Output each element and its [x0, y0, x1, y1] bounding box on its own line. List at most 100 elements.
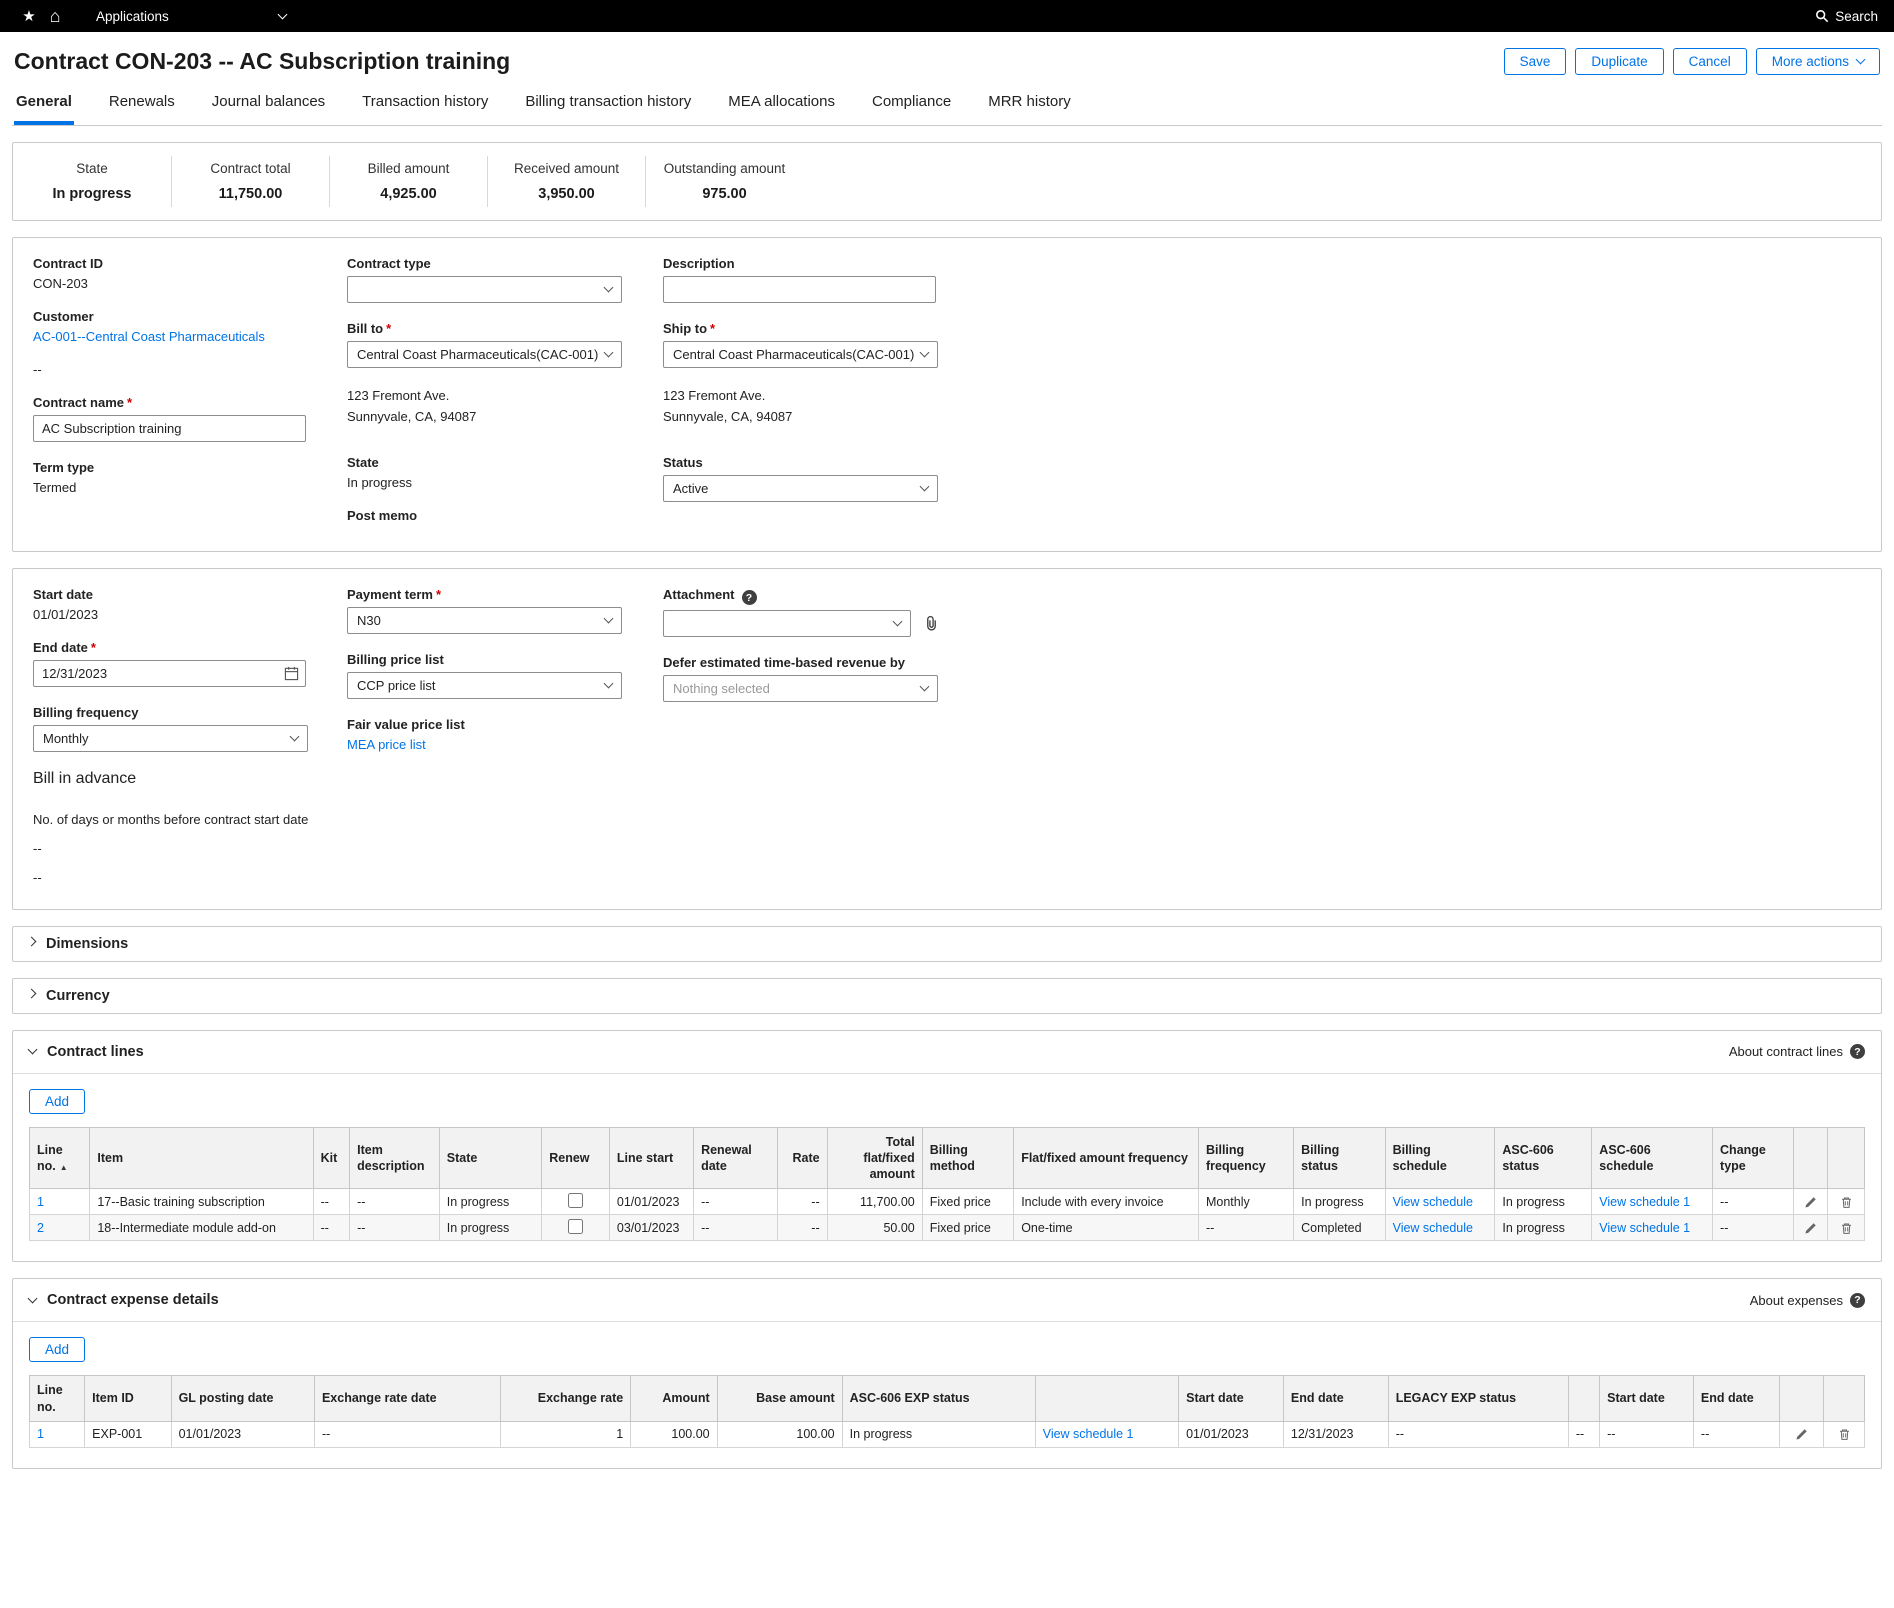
- field-label: State: [347, 455, 663, 470]
- months-before-value: --: [33, 870, 347, 885]
- attachment-select[interactable]: [663, 610, 911, 637]
- cell-exchange-rate: 1: [500, 1421, 631, 1447]
- duplicate-button[interactable]: Duplicate: [1575, 48, 1663, 75]
- col-asc606-schedule: ASC-606 schedule: [1592, 1127, 1713, 1189]
- customer-link[interactable]: AC-001--Central Coast Pharmaceuticals: [33, 329, 265, 344]
- cell-renewal-date: --: [694, 1189, 778, 1215]
- save-button[interactable]: Save: [1504, 48, 1567, 75]
- line-number-link[interactable]: 1: [37, 1195, 44, 1209]
- tab-mrr-history[interactable]: MRR history: [986, 83, 1073, 125]
- col-base-amount: Base amount: [717, 1376, 842, 1422]
- col-line-no[interactable]: Line no.: [30, 1127, 90, 1189]
- contract-schedule-card: Start date 01/01/2023 End date Billing f…: [12, 568, 1882, 910]
- tab-renewals[interactable]: Renewals: [107, 83, 177, 125]
- cell-billing-frequency: Monthly: [1198, 1189, 1293, 1215]
- cell-billing-status: Completed: [1294, 1215, 1385, 1241]
- contract-expenses-title: Contract expense details: [47, 1292, 219, 1308]
- ship-to-select[interactable]: Central Coast Pharmaceuticals(CAC-001): [663, 341, 938, 368]
- tab-compliance[interactable]: Compliance: [870, 83, 953, 125]
- contract-page: Contract CON-203 -- AC Subscription trai…: [0, 32, 1894, 1529]
- start-date-value: 01/01/2023: [33, 607, 347, 622]
- edit-icon[interactable]: [1804, 1222, 1817, 1235]
- contract-type-field: Contract type: [347, 256, 663, 303]
- delete-icon[interactable]: [1840, 1196, 1853, 1209]
- selected-value: Nothing selected: [673, 681, 770, 696]
- billing-schedule-link[interactable]: View schedule: [1393, 1221, 1473, 1235]
- tab-transaction-history[interactable]: Transaction history: [360, 83, 490, 125]
- paperclip-icon[interactable]: [923, 615, 940, 632]
- field-label: Description: [663, 256, 1861, 271]
- field-label: Term type: [33, 460, 347, 475]
- tab-general[interactable]: General: [14, 83, 74, 125]
- cell-item-description: --: [350, 1189, 440, 1215]
- field-label: Billing price list: [347, 652, 663, 667]
- help-icon[interactable]: [1850, 1293, 1865, 1308]
- cell-amount: 100.00: [631, 1421, 717, 1447]
- tab-journal-balances[interactable]: Journal balances: [210, 83, 327, 125]
- asc606-schedule-link[interactable]: View schedule 1: [1043, 1427, 1134, 1441]
- contract-expenses-toggle[interactable]: Contract expense details: [29, 1292, 219, 1308]
- calendar-icon[interactable]: [284, 666, 299, 681]
- add-contract-line-button[interactable]: Add: [29, 1089, 85, 1114]
- defer-revenue-select[interactable]: Nothing selected: [663, 675, 938, 702]
- status-select[interactable]: Active: [663, 475, 938, 502]
- more-actions-button[interactable]: More actions: [1756, 48, 1880, 75]
- tab-billing-transaction-history[interactable]: Billing transaction history: [523, 83, 693, 125]
- col-total-flat-fixed-amount: Total flat/fixed amount: [827, 1127, 922, 1189]
- delete-icon[interactable]: [1840, 1222, 1853, 1235]
- asc606-schedule-link[interactable]: View schedule 1: [1599, 1221, 1690, 1235]
- stat-label: Billed amount: [338, 161, 479, 176]
- stat-label: Received amount: [496, 161, 637, 176]
- contract-type-select[interactable]: [347, 276, 622, 303]
- billing-schedule-link[interactable]: View schedule: [1393, 1195, 1473, 1209]
- mea-price-list-link[interactable]: MEA price list: [347, 737, 426, 752]
- contract-lines-toggle[interactable]: Contract lines: [29, 1044, 144, 1060]
- delete-icon[interactable]: [1838, 1428, 1851, 1441]
- renew-checkbox[interactable]: [568, 1219, 583, 1234]
- end-date-input-wrap: [33, 660, 306, 687]
- cell-kit: --: [313, 1215, 350, 1241]
- line-number-link[interactable]: 2: [37, 1221, 44, 1235]
- add-expense-button[interactable]: Add: [29, 1337, 85, 1362]
- address-line: Sunnyvale, CA, 94087: [663, 407, 1861, 428]
- chevron-down-icon: [893, 617, 903, 627]
- help-icon[interactable]: [1850, 1044, 1865, 1059]
- edit-icon[interactable]: [1795, 1428, 1808, 1441]
- contract-name-input[interactable]: [33, 415, 306, 442]
- asc606-schedule-link[interactable]: View schedule 1: [1599, 1195, 1690, 1209]
- search-icon: [1815, 9, 1829, 23]
- top-bar: Applications Search: [0, 0, 1894, 32]
- billing-price-list-field: Billing price list CCP price list: [347, 652, 663, 699]
- col-legacy-exp-status: LEGACY EXP status: [1388, 1376, 1568, 1422]
- chevron-down-icon: [278, 9, 288, 19]
- cell-total: 11,700.00: [827, 1189, 922, 1215]
- customer-extra-field: --: [33, 362, 347, 377]
- expenses-table: Line no. Item ID GL posting date Exchang…: [29, 1375, 1865, 1448]
- cancel-button[interactable]: Cancel: [1673, 48, 1747, 75]
- contract-id-value: CON-203: [33, 276, 347, 291]
- chevron-down-icon: [28, 1293, 38, 1303]
- renew-checkbox[interactable]: [568, 1193, 583, 1208]
- line-number-link[interactable]: 1: [37, 1427, 44, 1441]
- bill-to-select[interactable]: Central Coast Pharmaceuticals(CAC-001): [347, 341, 622, 368]
- tab-mea-allocations[interactable]: MEA allocations: [726, 83, 837, 125]
- billing-frequency-select[interactable]: Monthly: [33, 725, 308, 752]
- section-dimensions[interactable]: Dimensions: [12, 926, 1882, 962]
- edit-icon[interactable]: [1804, 1196, 1817, 1209]
- search-button[interactable]: Search: [1815, 9, 1878, 24]
- end-date-input[interactable]: [33, 660, 306, 687]
- cell-flat-fixed-frequency: One-time: [1014, 1215, 1199, 1241]
- schedule-column-2: Payment term N30 Billing price list CCP …: [347, 587, 663, 899]
- applications-menu[interactable]: Applications: [96, 9, 286, 24]
- favorites-star-icon[interactable]: [16, 7, 42, 25]
- billing-price-list-select[interactable]: CCP price list: [347, 672, 622, 699]
- description-input[interactable]: [663, 276, 936, 303]
- selected-value: CCP price list: [357, 678, 436, 693]
- chevron-down-icon: [604, 283, 614, 293]
- section-currency[interactable]: Currency: [12, 978, 1882, 1014]
- cell-rate: --: [778, 1215, 827, 1241]
- home-icon[interactable]: [42, 6, 68, 27]
- contract-tabs: General Renewals Journal balances Transa…: [12, 81, 1882, 126]
- help-icon[interactable]: [742, 590, 757, 605]
- payment-term-select[interactable]: N30: [347, 607, 622, 634]
